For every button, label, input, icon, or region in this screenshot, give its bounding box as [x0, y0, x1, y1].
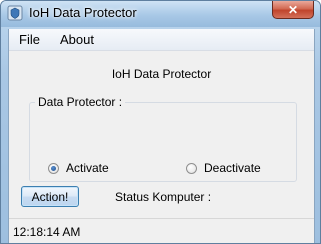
- radio-checked-icon[interactable]: [48, 162, 59, 174]
- action-button[interactable]: Action!: [21, 186, 79, 207]
- client-area: File About IoH Data Protector Data Prote…: [8, 29, 315, 243]
- radio-activate[interactable]: Activate: [48, 161, 109, 175]
- status-computer-label: Status Komputer :: [115, 190, 212, 204]
- radio-activate-label: Activate: [66, 161, 109, 175]
- menu-file[interactable]: File: [19, 32, 40, 47]
- app-icon: [7, 5, 23, 21]
- app-header-label: IoH Data Protector: [111, 67, 212, 81]
- radio-deactivate-label: Deactivate: [204, 161, 261, 175]
- status-bar: 12:18:14 AM: [9, 218, 314, 243]
- menu-bar: File About: [9, 29, 314, 51]
- clock-display: 12:18:14 AM: [13, 225, 81, 239]
- radio-unchecked-icon[interactable]: [186, 162, 197, 174]
- group-title: Data Protector :: [35, 95, 126, 109]
- data-protector-group: Data Protector : Activate Deactivate: [29, 95, 297, 182]
- close-icon: ✕: [287, 2, 299, 17]
- menu-about[interactable]: About: [60, 32, 94, 47]
- radio-deactivate[interactable]: Deactivate: [186, 161, 261, 175]
- title-bar[interactable]: IoH Data Protector ✕: [1, 1, 320, 27]
- window-title: IoH Data Protector: [29, 5, 137, 20]
- app-window: IoH Data Protector ✕ File About IoH Data…: [0, 0, 321, 244]
- close-button[interactable]: ✕: [272, 1, 314, 19]
